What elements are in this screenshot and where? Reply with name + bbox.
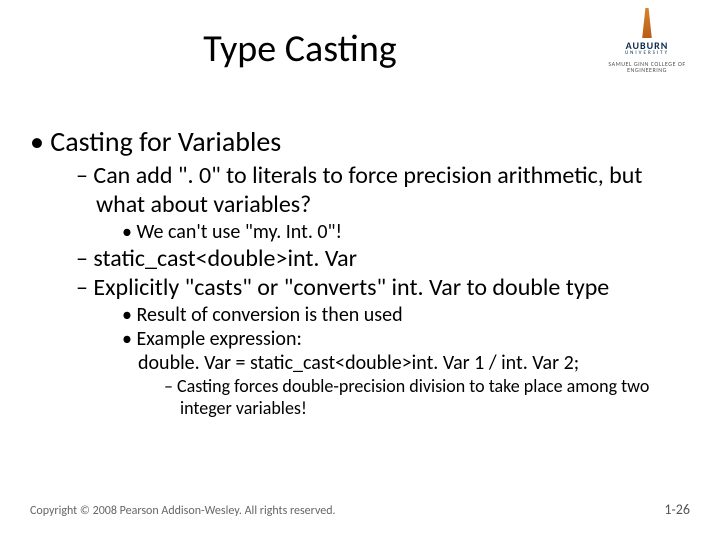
bullet-l3a: We can't use "my. Int. 0"! <box>122 220 690 244</box>
bullet-l3c: Example expression:double. Var = static_… <box>122 327 690 376</box>
bullet-l3c-line1: Example expression: <box>136 327 301 351</box>
slide-content: Casting for Variables Can add ". 0" to l… <box>30 125 690 420</box>
copyright-text: Copyright © 2008 Pearson Addison-Wesley.… <box>30 504 336 518</box>
slide: AUBURN UNIVERSITY SAMUEL GINN COLLEGE OF… <box>0 0 720 540</box>
bullet-l3b: Result of conversion is then used <box>122 303 690 327</box>
bullet-l3c-line2: double. Var = static_cast<double>int. Va… <box>138 351 579 375</box>
bullet-l2c: Explicitly "casts" or "converts" int. Va… <box>76 273 690 302</box>
slide-title: Type Casting <box>0 26 600 72</box>
bullet-l2a: Can add ". 0" to literals to force preci… <box>76 161 690 220</box>
bullet-l1: Casting for Variables <box>30 125 690 159</box>
auburn-logo: AUBURN UNIVERSITY SAMUEL GINN COLLEGE OF… <box>592 8 702 74</box>
logo-sub: UNIVERSITY <box>592 51 702 57</box>
page-number: 1-26 <box>664 501 690 518</box>
bullet-l2b: static_cast<double>int. Var <box>76 244 690 273</box>
bullet-l4: Casting forces double-precision division… <box>164 376 690 420</box>
logo-college: SAMUEL GINN COLLEGE OF ENGINEERING <box>592 61 702 74</box>
tower-icon <box>639 8 655 38</box>
